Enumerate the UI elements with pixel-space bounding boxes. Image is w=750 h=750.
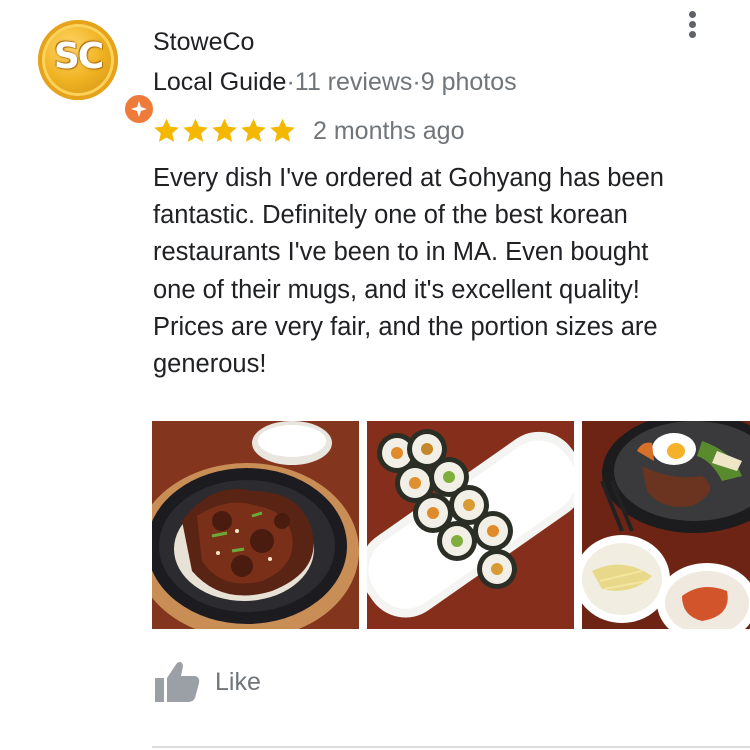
kimbap-photo[interactable]: [367, 421, 574, 629]
reviewer-meta: Local Guide·11 reviews·9 photos: [153, 68, 517, 97]
star-icon: [270, 118, 295, 142]
thumbs-up-icon: [155, 662, 200, 702]
avatar-initials: SC: [53, 36, 104, 77]
meta-separator: ·: [412, 68, 421, 96]
star-rating: [152, 117, 297, 145]
review-line: Prices are very fair, and the portion si…: [153, 312, 658, 341]
meta-separator: ·: [286, 68, 295, 96]
review-text: Every dish I've ordered at Gohyang has b…: [153, 160, 723, 383]
review-line: fantastic. Definitely one of the best ko…: [153, 201, 628, 230]
rating-row: 2 months ago: [152, 114, 465, 148]
star-icon: [183, 118, 208, 142]
local-guide-badge-icon: [122, 92, 156, 126]
avatar[interactable]: SC: [38, 20, 156, 126]
like-label: Like: [215, 667, 261, 696]
more-options-icon[interactable]: [682, 8, 702, 40]
like-button[interactable]: Like: [153, 660, 261, 704]
divider: [152, 746, 750, 748]
star-icon: [212, 118, 237, 142]
review-photos: [152, 421, 750, 629]
review-line: one of their mugs, and it's excellent qu…: [153, 275, 640, 304]
review-line: generous!: [153, 350, 267, 379]
reviews-count: 11 reviews: [294, 68, 413, 96]
bibimbap-photo[interactable]: [582, 421, 750, 629]
review-card: SC StoweCo Local Guide·11 reviews·9 phot…: [0, 0, 750, 750]
star-icon: [241, 118, 266, 142]
reviewer-name[interactable]: StoweCo: [153, 28, 254, 57]
reviewer-level: Local Guide: [153, 68, 287, 96]
review-date: 2 months ago: [313, 116, 465, 145]
star-icon: [154, 118, 179, 142]
galbi-photo[interactable]: [152, 421, 359, 629]
photos-count: 9 photos: [420, 68, 517, 96]
review-line: restaurants I've been to in MA. Even bou…: [153, 238, 649, 267]
review-line: Every dish I've ordered at Gohyang has b…: [153, 164, 664, 192]
